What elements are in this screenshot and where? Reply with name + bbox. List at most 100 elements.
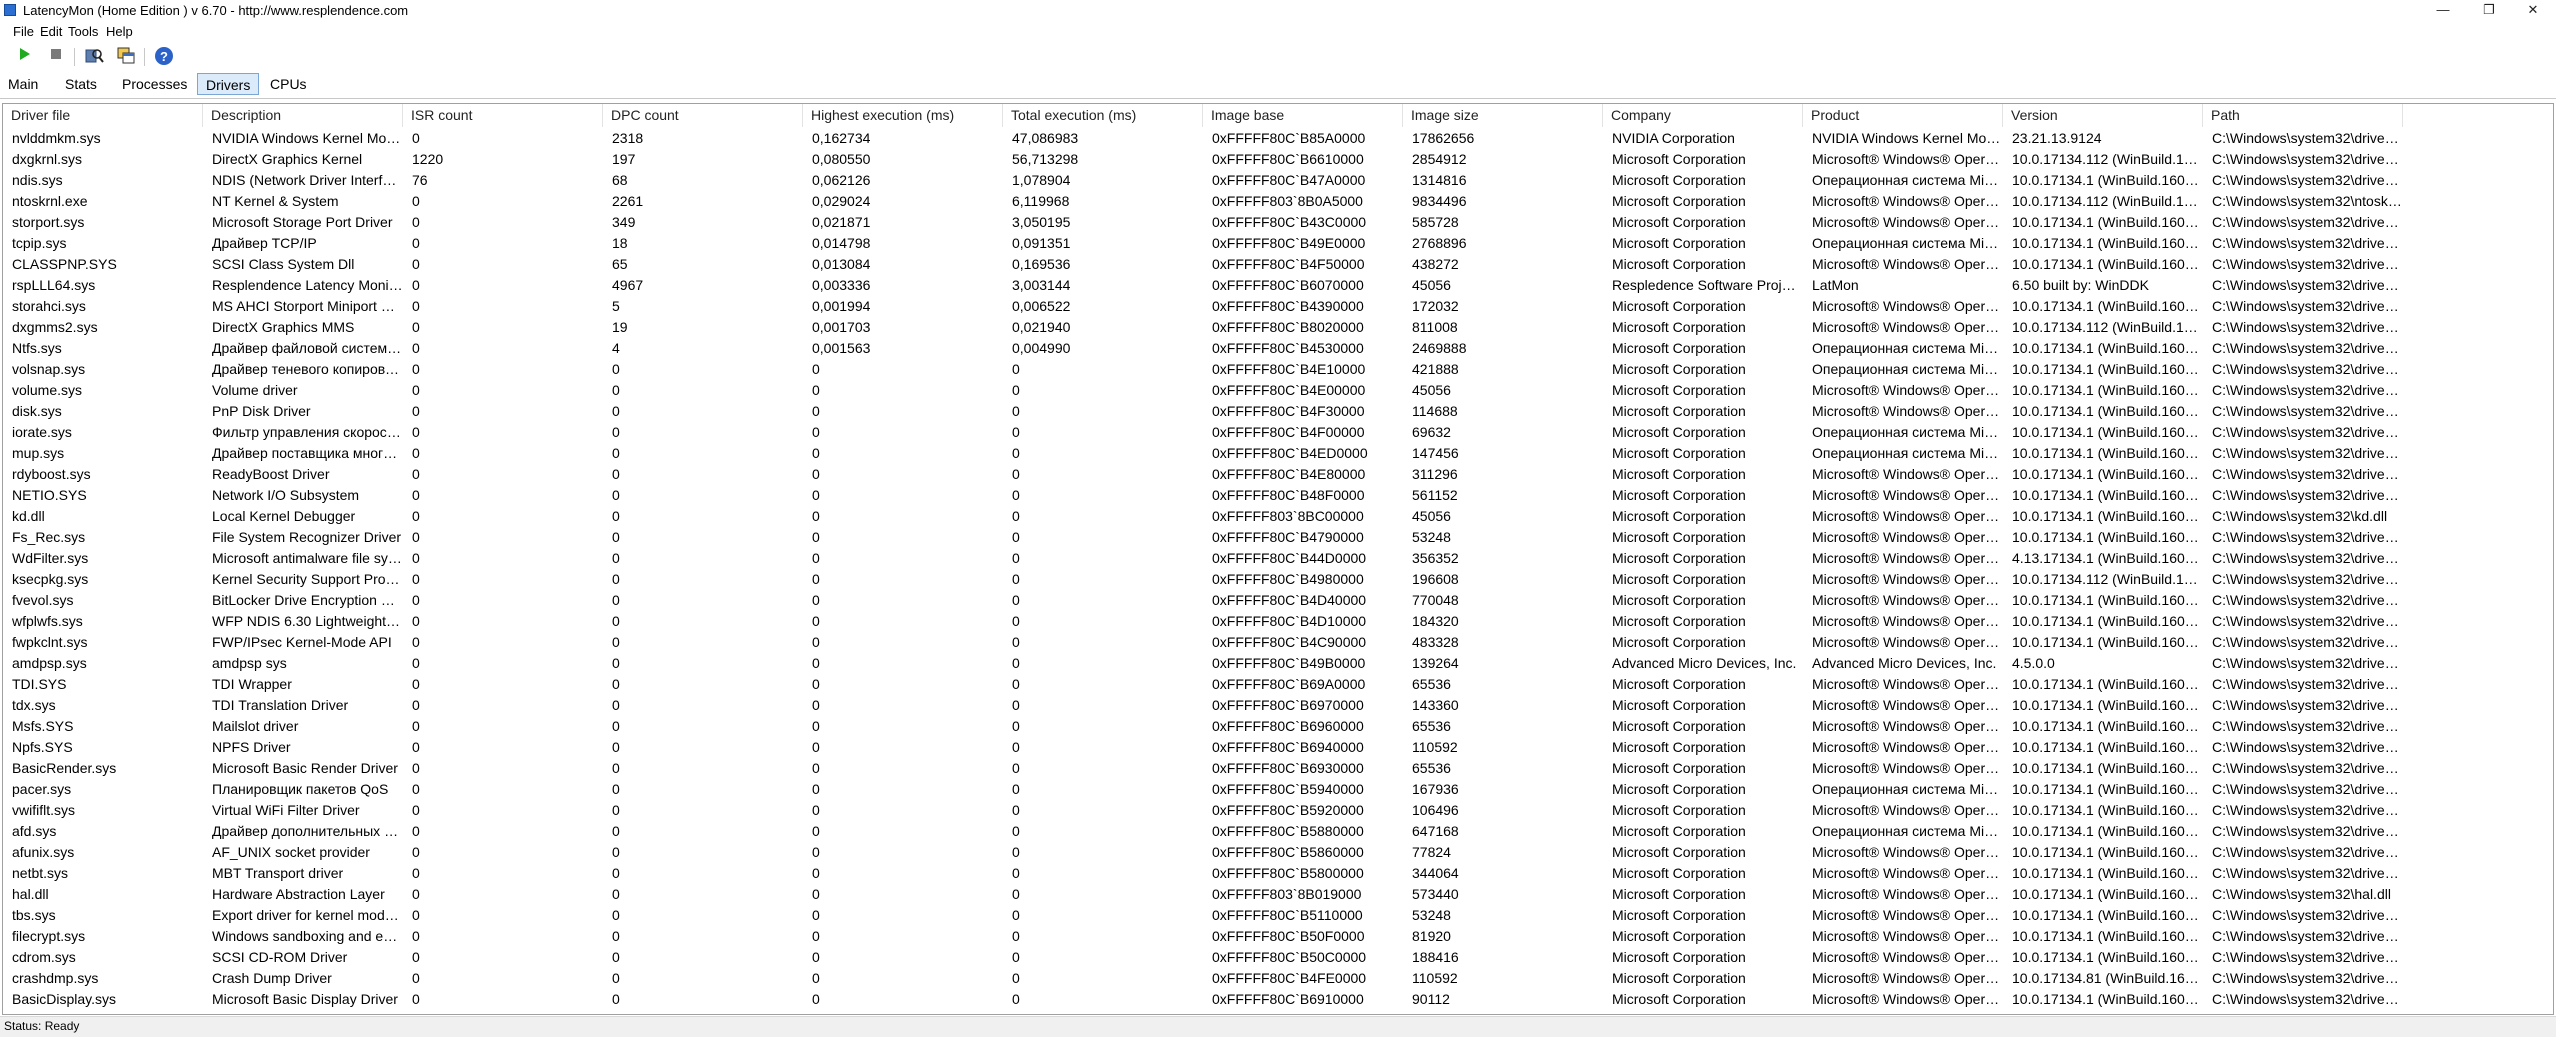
cell-image-base: 0xFFFFF80C`B69A0000 [1212,676,1366,692]
cell-highest-execution: 0 [812,970,820,986]
table-row[interactable]: Npfs.SYS NPFS Driver 0 0 0 0 0xFFFFF80C`B69400… [3,737,2553,758]
cell-path: C:\Windows\system32\drivers\amdpsp.sys [2212,655,2403,671]
cell-image-base: 0xFFFFF80C`B4F00000 [1212,424,1365,440]
table-row[interactable]: fwpkclnt.sys FWP/IPsec Kernel-Mode API 0 0 0… [3,632,2553,653]
cell-path: C:\Windows\system32\kd.dll [2212,508,2388,524]
table-row[interactable]: cdrom.sys SCSI CD-ROM Driver 0 0 0 0 0xFFFFF80… [3,947,2553,968]
column-header-driver-file[interactable]: Driver file [3,104,203,127]
table-row[interactable]: Fs_Rec.sys File System Recognizer Driver 0… [3,527,2553,548]
column-header-total-execution[interactable]: Total execution (ms) [1003,104,1203,127]
table-row[interactable]: WdFilter.sys Microsoft antimalware file s… [3,548,2553,569]
table-row[interactable]: tdx.sys TDI Translation Driver 0 0 0 0 0xFFFFF… [3,695,2553,716]
drivers-table[interactable]: Driver file Description ISR count DPC count… [2,103,2554,1015]
table-row[interactable]: volume.sys Volume driver 0 0 0 0 0xFFFFF80C`B4… [3,380,2553,401]
table-row[interactable]: hal.dll Hardware Abstraction Layer 0 0 0 0 0xF… [3,884,2553,905]
table-row[interactable]: TDI.SYS TDI Wrapper 0 0 0 0 0xFFFFF80C`B69A000… [3,674,2553,695]
table-row[interactable]: BasicRender.sys Microsoft Basic Render Dr… [3,758,2553,779]
table-row[interactable]: Msfs.SYS Mailslot driver 0 0 0 0 0xFFFFF80C`B6… [3,716,2553,737]
cell-isr-count: 0 [412,571,420,587]
table-row[interactable]: ksecpkg.sys Kernel Security Support Provi… [3,569,2553,590]
table-row[interactable]: Ntfs.sys Драйвер файловой системы NT 0 4 0,0… [3,338,2553,359]
cell-dpc-count: 0 [612,697,620,713]
table-row[interactable]: rspLLL64.sys Resplendence Latency Monitor… [3,275,2553,296]
stop-icon[interactable] [44,46,68,68]
cell-dpc-count: 0 [612,550,620,566]
cell-highest-execution: 0 [812,445,820,461]
table-row[interactable]: amdpsp.sys amdpsp sys 0 0 0 0 0xFFFFF80C`B49B0… [3,653,2553,674]
table-row[interactable]: iorate.sys Фильтр управления скоростью 0 0 0… [3,422,2553,443]
table-row[interactable]: disk.sys PnP Disk Driver 0 0 0 0 0xFFFFF80C`B4… [3,401,2553,422]
column-header-image-size[interactable]: Image size [1403,104,1603,127]
copy-window-icon[interactable] [114,46,138,68]
tab-processes[interactable]: Processes [114,73,195,95]
cell-image-size: 647168 [1412,823,1459,839]
menu-file[interactable]: File [13,24,34,39]
table-row[interactable]: nvlddmkm.sys NVIDIA Windows Kernel Mode D… [3,128,2553,149]
table-row[interactable]: CLASSPNP.SYS SCSI Class System Dll 0 65 0,01… [3,254,2553,275]
cell-total-execution: 47,086983 [1012,130,1079,146]
table-row[interactable]: netbt.sys MBT Transport driver 0 0 0 0 0xFFFFF… [3,863,2553,884]
play-icon[interactable] [12,46,36,68]
cell-image-size: 770048 [1412,592,1459,608]
table-row[interactable]: dxgkrnl.sys DirectX Graphics Kernel 1220 19… [3,149,2553,170]
cell-product: Microsoft® Windows® Operating System [1812,613,2003,629]
cell-driver-file: CLASSPNP.SYS [12,256,117,272]
cell-path: C:\Windows\system32\drivers\rspLLL64.sys [2212,277,2403,293]
help-icon[interactable]: ? [152,46,176,68]
menu-help[interactable]: Help [106,24,133,39]
column-header-company[interactable]: Company [1603,104,1803,127]
table-row[interactable]: kd.dll Local Kernel Debugger 0 0 0 0 0xFFFFF80… [3,506,2553,527]
table-row[interactable]: rdyboost.sys ReadyBoost Driver 0 0 0 0 0xFFFFF… [3,464,2553,485]
table-row[interactable]: crashdmp.sys Crash Dump Driver 0 0 0 0 0xFFFFF… [3,968,2553,989]
table-row[interactable]: afd.sys Драйвер дополнительных функций 0 0 0… [3,821,2553,842]
cell-image-size: 184320 [1412,613,1459,629]
table-row[interactable]: tcpip.sys Драйвер TCP/IP 0 18 0,014798 0,0913… [3,233,2553,254]
table-row[interactable]: storport.sys Microsoft Storage Port Drive… [3,212,2553,233]
cell-product: Microsoft® Windows® Operating System [1812,697,2003,713]
column-header-isr-count[interactable]: ISR count [403,104,603,127]
table-row[interactable]: vwififlt.sys Virtual WiFi Filter Driver 0 0… [3,800,2553,821]
find-icon[interactable] [82,46,106,68]
column-header-image-base[interactable]: Image base [1203,104,1403,127]
table-row[interactable]: volsnap.sys Драйвер теневого копирования 0… [3,359,2553,380]
cell-path: C:\Windows\system32\drivers\BasicDisplay… [2212,991,2403,1007]
table-row[interactable]: filecrypt.sys Windows sandboxing and encr… [3,926,2553,947]
table-row[interactable]: afunix.sys AF_UNIX socket provider 0 0 0 0 0xF… [3,842,2553,863]
cell-product: Microsoft® Windows® Operating System [1812,151,2003,167]
menu-tools[interactable]: Tools [68,24,98,39]
restore-button[interactable]: ❐ [2466,0,2512,22]
cell-image-size: 53248 [1412,907,1451,923]
tab-stats[interactable]: Stats [57,73,105,95]
column-header-dpc-count[interactable]: DPC count [603,104,803,127]
table-row[interactable]: ntoskrnl.exe NT Kernel & System 0 2261 0,029… [3,191,2553,212]
table-row[interactable]: BasicDisplay.sys Microsoft Basic Display … [3,989,2553,1010]
table-row[interactable]: ndis.sys NDIS (Network Driver Interface) 7… [3,170,2553,191]
table-row[interactable]: dxgmms2.sys DirectX Graphics MMS 0 19 0,0017… [3,317,2553,338]
cell-driver-file: dxgkrnl.sys [12,151,83,167]
column-header-description[interactable]: Description [203,104,403,127]
cell-product: Microsoft® Windows® Operating System [1812,508,2003,524]
table-row[interactable]: mup.sys Драйвер поставщика многих UNC 0 0 0 0… [3,443,2553,464]
table-row[interactable]: wfplwfs.sys WFP NDIS 6.30 Lightweight Fil… [3,611,2553,632]
cell-dpc-count: 4967 [612,277,644,293]
cell-isr-count: 0 [412,781,420,797]
cell-highest-execution: 0 [812,361,820,377]
table-row[interactable]: tbs.sys Export driver for kernel mode TPM… [3,905,2553,926]
column-header-highest-execution[interactable]: Highest execution (ms) [803,104,1003,127]
table-row[interactable]: storahci.sys MS AHCI Storport Miniport Dr… [3,296,2553,317]
table-row[interactable]: pacer.sys Планировщик пакетов QoS 0 0 0 0 0xFF… [3,779,2553,800]
cell-highest-execution: 0 [812,571,820,587]
column-header-product[interactable]: Product [1803,104,2003,127]
tab-main[interactable]: Main [0,73,46,95]
column-header-path[interactable]: Path [2203,104,2403,127]
cell-dpc-count: 0 [612,739,620,755]
cell-company: Microsoft Corporation [1612,571,1746,587]
tab-drivers[interactable]: Drivers [197,73,260,95]
column-header-version[interactable]: Version [2003,104,2203,127]
tab-cpus[interactable]: CPUs [262,73,315,95]
minimize-button[interactable]: — [2420,0,2466,22]
close-button[interactable]: ✕ [2510,0,2556,22]
table-row[interactable]: NETIO.SYS Network I/O Subsystem 0 0 0 0 0xFFFF… [3,485,2553,506]
table-row[interactable]: fvevol.sys BitLocker Drive Encryption Dri… [3,590,2553,611]
menu-edit[interactable]: Edit [40,24,62,39]
